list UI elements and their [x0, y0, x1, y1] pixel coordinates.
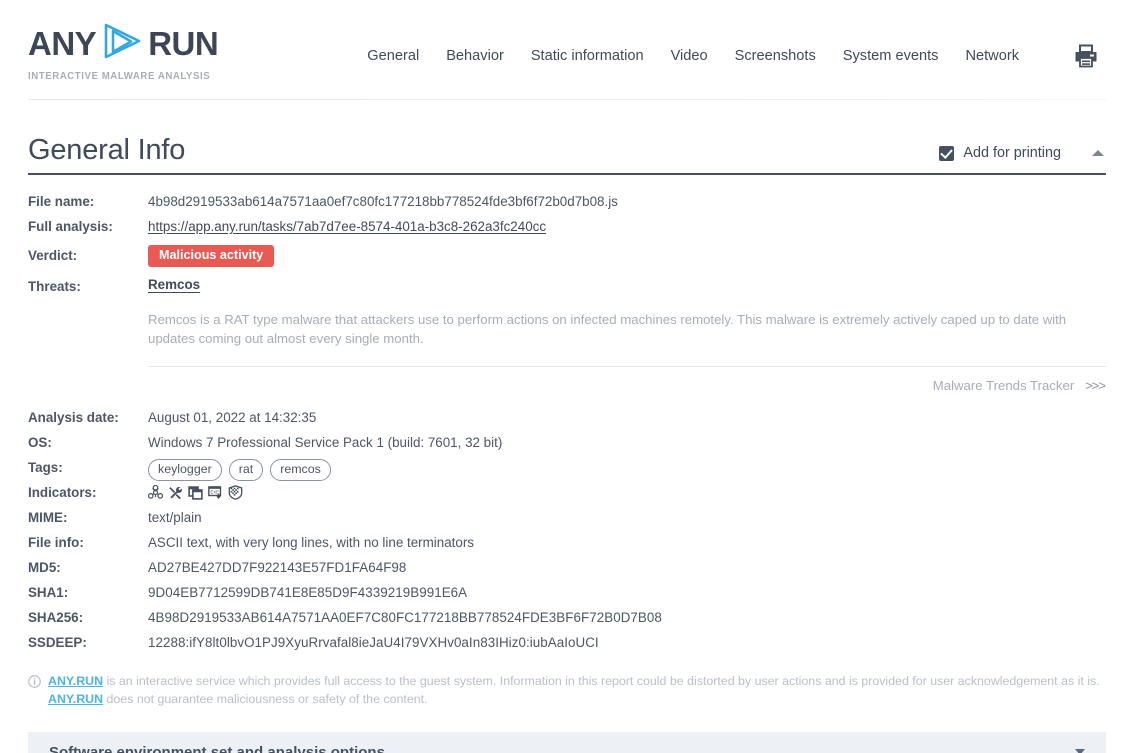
add-for-printing-label: Add for printing [963, 145, 1061, 161]
row-indicators: Indicators: [28, 482, 1106, 507]
header-divider [28, 99, 1106, 100]
tag-remcos[interactable]: remcos [270, 459, 331, 481]
row-mime: MIME: text/plain [28, 507, 1106, 532]
tools-icon[interactable] [168, 485, 183, 503]
file-name-label: File name: [28, 191, 148, 209]
software-environment-panel[interactable]: Software environment set and analysis op… [28, 732, 1106, 753]
general-info-details: Analysis date: August 01, 2022 at 14:32:… [28, 407, 1106, 657]
biohazard-icon[interactable] [148, 485, 163, 503]
ssdeep-label: SSDEEP: [28, 632, 148, 650]
disclaimer-text: ANY.RUN is an interactive service which … [48, 673, 1106, 708]
os-value: Windows 7 Professional Service Pack 1 (b… [148, 432, 502, 450]
mime-label: MIME: [28, 507, 148, 525]
logo-tagline: INTERACTIVE MALWARE ANALYSIS [28, 70, 340, 82]
file-info-label: File info: [28, 532, 148, 550]
logo-text-any: ANY [28, 27, 96, 60]
nav-item-system-events[interactable]: System events [843, 48, 939, 64]
mime-value: text/plain [148, 507, 202, 525]
software-environment-panel-title: Software environment set and analysis op… [49, 744, 385, 753]
indicators-value: EXE [148, 482, 243, 503]
verdict-value: Malicious activity [148, 245, 274, 267]
add-for-printing-control[interactable]: Add for printing [939, 145, 1106, 165]
threat-name-link[interactable]: Remcos [148, 277, 200, 292]
site-header: ANY RUN INTERACTIVE MALWARE ANALYSIS Gen… [0, 0, 1134, 100]
add-for-printing-checkbox[interactable] [939, 146, 954, 161]
row-os: OS: Windows 7 Professional Service Pack … [28, 432, 1106, 457]
tag-keylogger[interactable]: keylogger [148, 459, 222, 481]
logo[interactable]: ANY RUN INTERACTIVE MALWARE ANALYSIS [28, 18, 367, 82]
row-analysis-date: Analysis date: August 01, 2022 at 14:32:… [28, 407, 1106, 432]
indicators-label: Indicators: [28, 482, 148, 500]
full-analysis-link[interactable]: https://app.any.run/tasks/7ab7d7ee-8574-… [148, 219, 546, 234]
disclaimer: ANY.RUN is an interactive service which … [28, 673, 1106, 708]
logo-wordmark: ANY RUN [28, 22, 367, 64]
verdict-badge: Malicious activity [148, 245, 274, 267]
svg-text:EXE: EXE [211, 490, 219, 495]
row-ssdeep: SSDEEP: 12288:ifY8lt0lbvO1PJ9XyuRrvafal8… [28, 632, 1106, 657]
row-file-info: File info: ASCII text, with very long li… [28, 532, 1106, 557]
play-triangle-icon [99, 22, 145, 65]
row-threat-description: Remcos is a RAT type malware that attack… [28, 301, 1106, 348]
page-title: General Info [28, 136, 185, 165]
tag-rat[interactable]: rat [229, 459, 263, 481]
threat-section-divider [148, 366, 1106, 367]
disclaimer-sentence-2: does not guarantee maliciousness or safe… [103, 692, 427, 706]
verdict-label: Verdict: [28, 245, 148, 263]
sha1-label: SHA1: [28, 582, 148, 600]
full-analysis-value: https://app.any.run/tasks/7ab7d7ee-8574-… [148, 216, 546, 234]
exe-download-icon[interactable]: EXE [208, 485, 223, 503]
analysis-date-value: August 01, 2022 at 14:32:35 [148, 407, 316, 425]
nav-item-screenshots[interactable]: Screenshots [735, 48, 816, 64]
row-md5: MD5: AD27BE427DD7F922143E57FD1FA64F98 [28, 557, 1106, 582]
nav-item-static-information[interactable]: Static information [531, 48, 644, 64]
anyrun-link-2[interactable]: ANY.RUN [48, 692, 103, 706]
analysis-date-label: Analysis date: [28, 407, 148, 425]
page-content: General Info Add for printing File name:… [0, 100, 1134, 753]
malware-trends-label[interactable]: Malware Trends Tracker [933, 378, 1074, 393]
sha256-label: SHA256: [28, 607, 148, 625]
trends-arrows-icon[interactable]: >>> [1085, 378, 1105, 393]
nav-item-behavior[interactable]: Behavior [446, 48, 504, 64]
tag-list: keylogger rat remcos [148, 458, 331, 481]
info-circle-icon [28, 673, 41, 708]
threats-value: Remcos [148, 276, 200, 292]
threat-description-text: Remcos is a RAT type malware that attack… [148, 311, 1100, 348]
nav-item-network[interactable]: Network [965, 48, 1019, 64]
row-tags: Tags: keylogger rat remcos [28, 457, 1106, 482]
tags-value: keylogger rat remcos [148, 457, 331, 481]
anyrun-link-1[interactable]: ANY.RUN [48, 674, 103, 688]
windows-copy-icon[interactable] [188, 485, 203, 503]
row-threats: Threats: Remcos [28, 276, 1106, 301]
sha256-value: 4B98D2919533AB614A7571AA0EF7C80FC177218B… [148, 607, 662, 625]
chevron-down-icon[interactable] [1075, 749, 1085, 753]
row-full-analysis: Full analysis: https://app.any.run/tasks… [28, 216, 1106, 241]
os-label: OS: [28, 432, 148, 450]
threat-description-spacer [28, 301, 148, 304]
md5-value: AD27BE427DD7F922143E57FD1FA64F98 [148, 557, 406, 575]
indicator-list: EXE [148, 483, 243, 503]
tags-label: Tags: [28, 457, 148, 475]
disclaimer-sentence-1: is an interactive service which provides… [103, 674, 1100, 688]
general-info-list: File name: 4b98d2919533ab614a7571aa0ef7c… [28, 175, 1106, 657]
file-name-value: 4b98d2919533ab614a7571aa0ef7c80fc177218b… [148, 191, 618, 209]
full-analysis-label: Full analysis: [28, 216, 148, 234]
file-info-value: ASCII text, with very long lines, with n… [148, 532, 474, 550]
ssdeep-value: 12288:ifY8lt0lbvO1PJ9XyuRrvafal8ieJaU4I7… [148, 632, 599, 650]
malware-trends-tracker[interactable]: Malware Trends Tracker >>> [28, 378, 1106, 393]
chevron-up-icon[interactable] [1092, 150, 1104, 156]
threats-label: Threats: [28, 276, 148, 294]
row-sha1: SHA1: 9D04EB7712599DB741E8E85D9F4339219B… [28, 582, 1106, 607]
row-verdict: Verdict: Malicious activity [28, 245, 1106, 270]
main-navigation: General Behavior Static information Vide… [367, 30, 1106, 70]
checkered-shield-icon[interactable] [228, 485, 243, 503]
printer-icon[interactable] [1072, 42, 1100, 70]
logo-text-run: RUN [148, 27, 218, 60]
section-title-row: General Info Add for printing [28, 100, 1106, 175]
nav-item-general[interactable]: General [367, 48, 419, 64]
row-file-name: File name: 4b98d2919533ab614a7571aa0ef7c… [28, 191, 1106, 216]
sha1-value: 9D04EB7712599DB741E8E85D9F4339219B991E6A [148, 582, 467, 600]
md5-label: MD5: [28, 557, 148, 575]
row-sha256: SHA256: 4B98D2919533AB614A7571AA0EF7C80F… [28, 607, 1106, 632]
nav-item-video[interactable]: Video [671, 48, 708, 64]
